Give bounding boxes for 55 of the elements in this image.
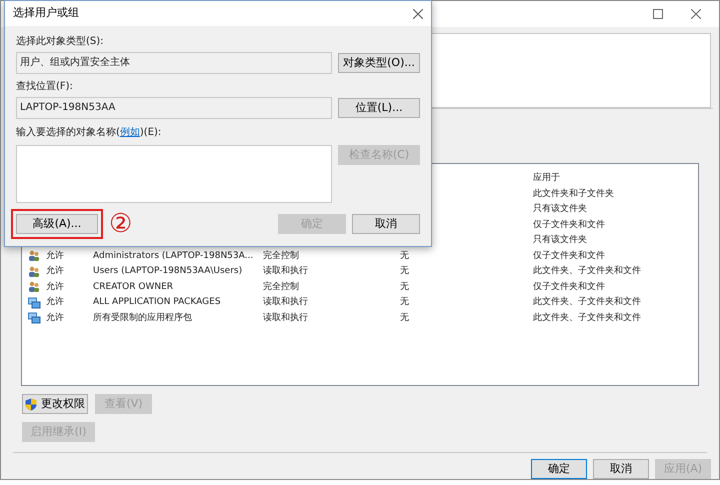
table-cell-text: 此文件夹、子文件夹和文件 (533, 296, 642, 310)
table-cell-text: 此文件夹、子文件夹和文件 (533, 312, 642, 325)
shield-icon (25, 398, 37, 410)
table-cell: Administrators (LAPTOP-198N53A... (93, 250, 254, 261)
table-cell: 所有受限制的应用程序包 (93, 312, 192, 323)
close-icon[interactable] (691, 8, 701, 19)
examples-link[interactable]: 例如 (120, 127, 140, 138)
table-cell: 读取和执行 (263, 297, 308, 308)
object-names-field[interactable] (16, 145, 332, 203)
users-icon (28, 266, 40, 278)
table-cell-text: 只有该文件夹 (533, 203, 588, 216)
table-cell: 无 (400, 282, 409, 292)
users-icon (28, 281, 40, 294)
window-stack-icon (28, 296, 40, 309)
table-cell: CREATOR OWNER (93, 282, 174, 292)
field-label: 输入要选择的对象名称(例如)(E): (16, 126, 162, 140)
table-cell: 允许 (46, 282, 64, 292)
change-permissions-button[interactable]: 更改权限 (22, 394, 88, 414)
window-title: 选择用户或组 (13, 5, 79, 22)
window-stack-icon (28, 312, 40, 324)
cancel-button[interactable]: 取消 (352, 214, 420, 234)
field-label: 查找位置(F): (16, 80, 74, 94)
advanced-button[interactable]: 高级(A)... (16, 214, 98, 234)
table-cell-text: 此文件夹、子文件夹和文件 (533, 265, 642, 278)
table-cell-text: 此文件夹和子文件夹 (533, 188, 615, 201)
table-cell-text: 仅子文件夹和文件 (533, 218, 606, 232)
location-button[interactable]: 位置(L)... (338, 98, 420, 118)
table-cell-text: 仅子文件夹和文件 (533, 280, 606, 294)
table-cell: 完全控制 (263, 250, 299, 261)
field-label: 选择此对象类型(S): (16, 34, 105, 49)
dialog-button[interactable]: 确定 (531, 458, 587, 479)
dialog-button[interactable]: 取消 (593, 458, 649, 479)
object-type-field: 用户、组或内置安全主体 (16, 52, 332, 74)
table-cell: 允许 (46, 297, 64, 308)
table-cell: 允许 (46, 312, 64, 323)
step-number: ② (109, 211, 132, 237)
table-cell: 读取和执行 (263, 312, 308, 323)
table-cell: 允许 (46, 266, 64, 276)
maximize-icon[interactable] (653, 8, 663, 19)
table-cell: 无 (400, 312, 409, 323)
table-cell: 完全控制 (263, 282, 299, 292)
users-icon (28, 250, 40, 262)
column-header: 应用于 (533, 172, 561, 186)
table-cell: 读取和执行 (263, 266, 308, 276)
table-cell: Users (LAPTOP-198N53AA\Users) (93, 266, 242, 276)
table-cell-text: 只有该文件夹 (533, 234, 588, 248)
table-cell-text: 仅子文件夹和文件 (533, 250, 606, 263)
object-type-button[interactable]: 对象类型(O)... (338, 53, 420, 73)
table-cell: 无 (400, 297, 409, 308)
table-cell: 无 (400, 266, 409, 276)
close-icon[interactable] (413, 8, 423, 18)
location-field: LAPTOP-198N53AA (16, 97, 332, 119)
table-cell: 无 (400, 250, 409, 261)
table-cell: ALL APPLICATION PACKAGES (93, 297, 221, 308)
table-cell: 允许 (46, 250, 64, 261)
